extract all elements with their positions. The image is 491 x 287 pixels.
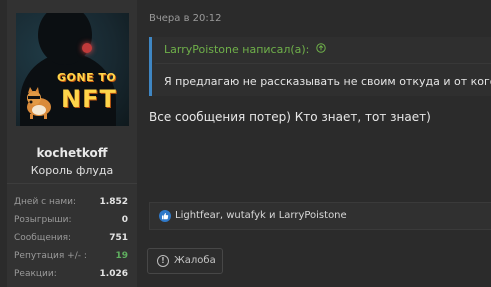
reactions-bar[interactable]: Lightfear, wutafyk и LarryPoistone xyxy=(149,202,491,230)
stat-label: Реакции: xyxy=(14,269,57,279)
stat-messages: Сообщения: 751 xyxy=(7,229,137,247)
stat-value: 0 xyxy=(121,215,128,225)
stat-value: 19 xyxy=(115,251,128,261)
stat-value: 1.852 xyxy=(99,197,128,207)
avatar[interactable]: GONE TO NFT xyxy=(16,13,129,126)
up-arrow-circle-icon[interactable] xyxy=(316,43,326,56)
stat-label: Дней с нами: xyxy=(14,197,77,207)
corgi-icon xyxy=(27,87,51,119)
stat-reactions: Реакции: 1.026 xyxy=(7,265,137,283)
quote-text: Я предлагаю не рассказывать не своим отк… xyxy=(164,75,491,88)
report-button[interactable]: ! Жалоба xyxy=(147,248,223,274)
stat-days: Дней с нами: 1.852 xyxy=(7,193,137,211)
username[interactable]: kochetkoff xyxy=(7,146,137,160)
quote-header[interactable]: LarryPoistone написал(а): xyxy=(164,43,326,56)
divider xyxy=(7,183,137,184)
stat-label: Репутация +/- : xyxy=(14,251,87,261)
stat-value[interactable]: 751 xyxy=(109,229,128,247)
reactions-users[interactable]: Lightfear, wutafyk и LarryPoistone xyxy=(175,210,347,221)
report-label: Жалоба xyxy=(174,255,216,266)
thumbs-up-icon xyxy=(159,210,171,222)
post-date[interactable]: Вчера в 20:12 xyxy=(149,13,221,24)
exclamation-circle-icon: ! xyxy=(157,255,169,267)
stat-label: Розыгрыши: xyxy=(14,215,72,225)
user-stats: Дней с нами: 1.852 Розыгрыши: 0 Сообщени… xyxy=(7,193,137,283)
user-panel: GONE TO NFT kochetkoff Король флуда Дней… xyxy=(7,0,137,287)
stat-value: 1.026 xyxy=(99,269,128,279)
quote-block: LarryPoistone написал(а): Я предлагаю не… xyxy=(149,37,491,96)
user-title: Король флуда xyxy=(30,164,114,177)
stat-reputation: Репутация +/- : 19 xyxy=(7,247,137,265)
avatar-text-line2: NFT xyxy=(61,85,117,113)
message-body: Все сообщения потер) Кто знает, тот знае… xyxy=(149,110,431,124)
quote-author[interactable]: LarryPoistone написал(а): xyxy=(164,43,309,56)
avatar-glow xyxy=(82,43,92,53)
stat-giveaways: Розыгрыши: 0 xyxy=(7,211,137,229)
stat-label: Сообщения: xyxy=(14,233,72,243)
avatar-text-line1: GONE TO xyxy=(57,71,117,84)
quote-divider xyxy=(155,63,491,64)
